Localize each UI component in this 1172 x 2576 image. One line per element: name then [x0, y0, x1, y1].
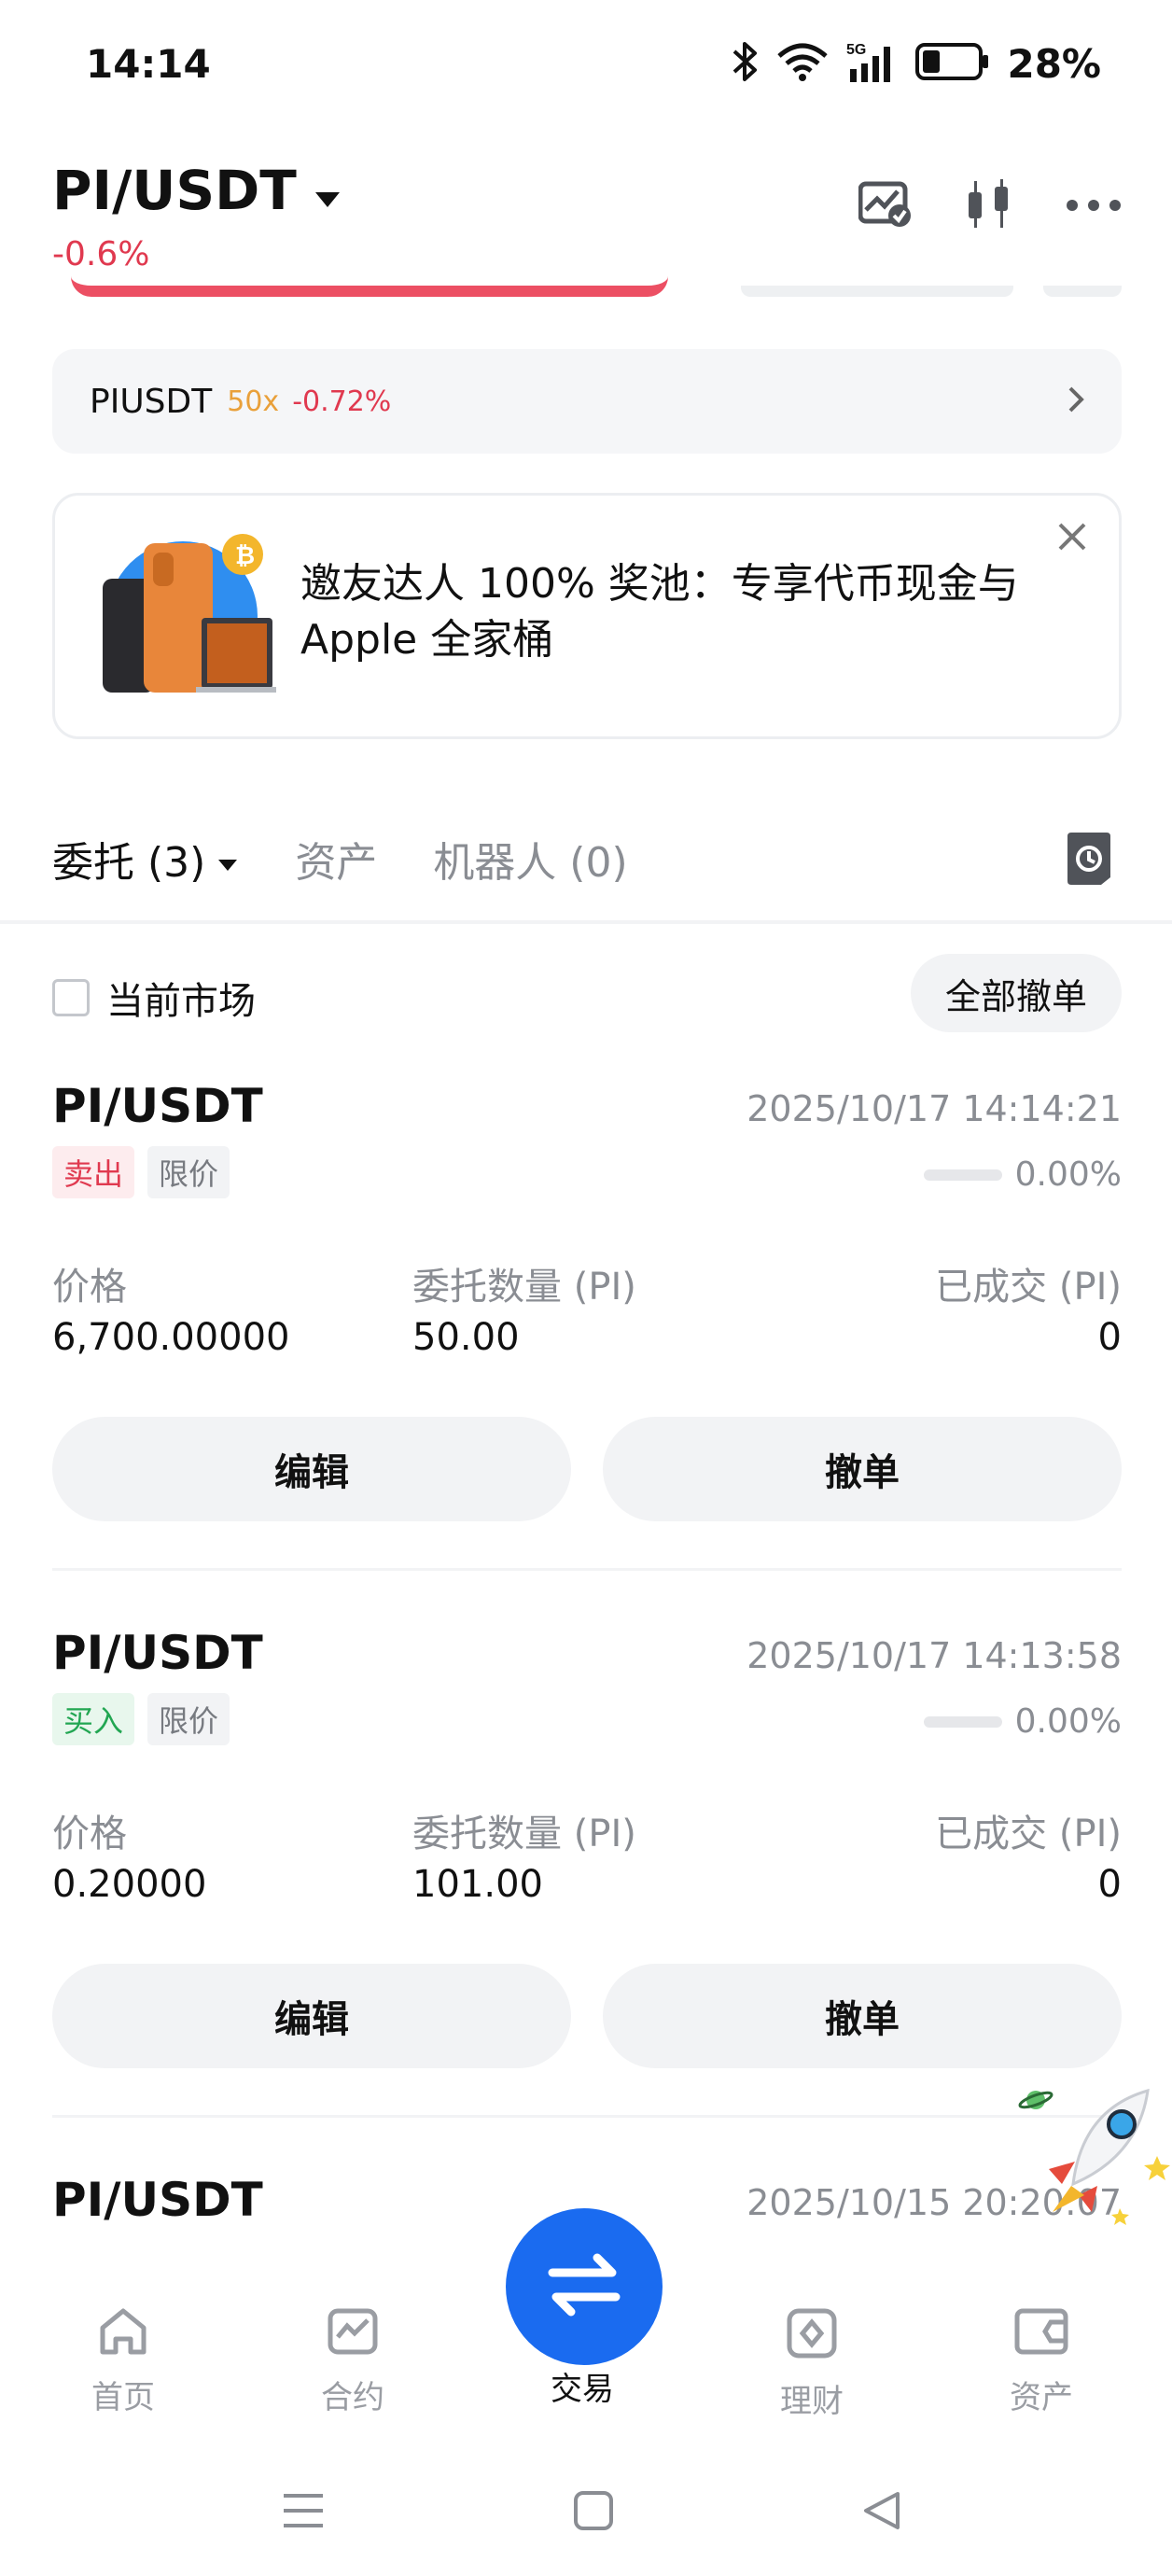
system-navigation-bar — [0, 2455, 1172, 2576]
edit-order-button[interactable]: 编辑 — [52, 1964, 571, 2068]
current-market-checkbox[interactable] — [52, 979, 90, 1016]
bluetooth-icon — [731, 40, 759, 87]
price-label: 价格 — [52, 1813, 127, 1855]
order-pair: PI/USDT — [52, 1626, 263, 1680]
futures-leverage: 50x — [227, 385, 280, 418]
tab-orders[interactable]: 委托 (3) — [52, 829, 239, 889]
order-pair: PI/USDT — [52, 1079, 263, 1133]
order-time: 2025/10/17 14:14:21 — [746, 1088, 1122, 1129]
nav-trade-label: 交易 — [551, 2371, 614, 2408]
order-progress: 0.00% — [923, 1155, 1122, 1194]
order-tags: 卖出 限价 — [52, 1146, 230, 1198]
order-time: 2025/10/17 14:13:58 — [746, 1635, 1122, 1676]
nav-earn-label: 理财 — [780, 2383, 844, 2420]
order-tabs: 委托 (3) 资产 机器人 (0) — [52, 829, 684, 889]
home-square-icon[interactable] — [573, 2490, 614, 2535]
cancel-order-button[interactable]: 撤单 — [603, 1964, 1122, 2068]
futures-link-row[interactable]: PIUSDT 50x -0.72% — [52, 349, 1122, 454]
futures-name: PIUSDT — [90, 382, 213, 421]
tab-assets[interactable]: 资产 — [295, 829, 377, 889]
status-icons: 5G 28% — [731, 35, 1101, 91]
edit-order-button[interactable]: 编辑 — [52, 1417, 571, 1521]
order-pair: PI/USDT — [52, 2173, 263, 2227]
order-card: PI/USDT 2025/10/17 14:13:58 买入 限价 0.00% … — [52, 1626, 1122, 2121]
svg-text:₿: ₿ — [235, 541, 255, 569]
nav-home[interactable]: 首页 — [49, 2307, 198, 2417]
cancel-order-button[interactable]: 撤单 — [603, 1417, 1122, 1521]
pair-change: -0.6% — [52, 235, 150, 273]
nav-assets-label: 资产 — [1010, 2379, 1073, 2416]
battery-percent: 28% — [1007, 40, 1101, 87]
futures-change: -0.72% — [292, 385, 392, 418]
amount-label: 委托数量 (PI) — [412, 1813, 636, 1855]
scroll-indicator-red — [71, 276, 668, 297]
promo-banner-text: 邀友达人 100% 奖池：专享代币现金与 Apple 全家桶 — [300, 560, 1019, 664]
signal-5g-icon: 5G — [846, 39, 899, 88]
caret-down-icon — [314, 159, 342, 222]
close-icon[interactable] — [1056, 521, 1088, 556]
price-label: 价格 — [52, 1266, 127, 1309]
earn-icon — [786, 2307, 838, 2368]
price-value: 6,700.00000 — [52, 1316, 290, 1359]
progress-value: 0.00% — [1014, 1155, 1122, 1194]
chevron-right-icon — [1067, 385, 1084, 417]
nav-home-label: 首页 — [91, 2379, 155, 2416]
current-market-filter[interactable]: 当前市场 — [52, 971, 256, 1025]
scroll-indicator-grey — [741, 286, 1013, 297]
filled-label: 已成交 (PI) — [935, 1813, 1122, 1855]
order-side-tag: 买入 — [52, 1693, 135, 1745]
wallet-icon — [1013, 2307, 1069, 2364]
cancel-all-button[interactable]: 全部撤单 — [911, 954, 1122, 1032]
progress-bar — [923, 1169, 1002, 1181]
nav-assets[interactable]: 资产 — [967, 2307, 1116, 2417]
order-history-icon[interactable] — [1064, 831, 1114, 890]
header-actions — [858, 177, 1122, 235]
promo-devices-image: ₿ — [99, 532, 278, 704]
amount-value: 101.00 — [412, 1863, 543, 1906]
back-triangle-icon[interactable] — [860, 2490, 901, 2535]
order-side-tag: 卖出 — [52, 1146, 135, 1198]
progress-value: 0.00% — [1014, 1702, 1122, 1741]
candlestick-icon[interactable] — [963, 177, 1015, 235]
trade-fab-button[interactable] — [506, 2208, 663, 2365]
tab-bots[interactable]: 机器人 (0) — [433, 829, 627, 889]
swap-arrows-icon — [545, 2252, 623, 2321]
battery-icon — [915, 41, 990, 86]
svg-text:5G: 5G — [846, 42, 866, 58]
current-market-label: 当前市场 — [106, 980, 256, 1023]
filled-value: 0 — [1097, 1863, 1122, 1906]
order-card: PI/USDT 2025/10/17 14:14:21 卖出 限价 0.00% … — [52, 1079, 1122, 1574]
amount-value: 50.00 — [412, 1316, 520, 1359]
pair-selector[interactable]: PI/USDT — [52, 159, 342, 222]
amount-label: 委托数量 (PI) — [412, 1266, 636, 1309]
nav-futures[interactable]: 合约 — [278, 2307, 427, 2417]
futures-chart-icon — [327, 2307, 379, 2364]
pair-title: PI/USDT — [52, 159, 297, 222]
rocket-promo-icon[interactable] — [1008, 2072, 1172, 2240]
progress-bar — [923, 1715, 1002, 1728]
scroll-indicator-grey — [1043, 286, 1122, 297]
menu-lines-icon[interactable] — [282, 2492, 325, 2533]
chart-check-icon[interactable] — [858, 180, 913, 232]
status-time: 14:14 — [86, 41, 211, 87]
filled-label: 已成交 (PI) — [935, 1266, 1122, 1309]
caret-down-icon — [216, 835, 239, 883]
order-type-tag: 限价 — [147, 1693, 230, 1745]
tab-orders-label: 委托 (3) — [52, 839, 206, 887]
order-progress: 0.00% — [923, 1702, 1122, 1741]
order-tags: 买入 限价 — [52, 1693, 230, 1745]
card-divider — [52, 2115, 1122, 2118]
tab-assets-label: 资产 — [295, 839, 378, 887]
tab-bots-label: 机器人 (0) — [433, 839, 628, 887]
more-icon[interactable] — [1066, 198, 1122, 216]
tabs-divider — [0, 920, 1172, 924]
nav-futures-label: 合约 — [321, 2379, 384, 2416]
wifi-icon — [775, 41, 830, 86]
card-divider — [52, 1568, 1122, 1571]
filled-value: 0 — [1097, 1316, 1122, 1359]
home-icon — [97, 2307, 149, 2364]
nav-earn[interactable]: 理财 — [737, 2307, 886, 2421]
price-value: 0.20000 — [52, 1863, 207, 1906]
order-type-tag: 限价 — [147, 1146, 230, 1198]
